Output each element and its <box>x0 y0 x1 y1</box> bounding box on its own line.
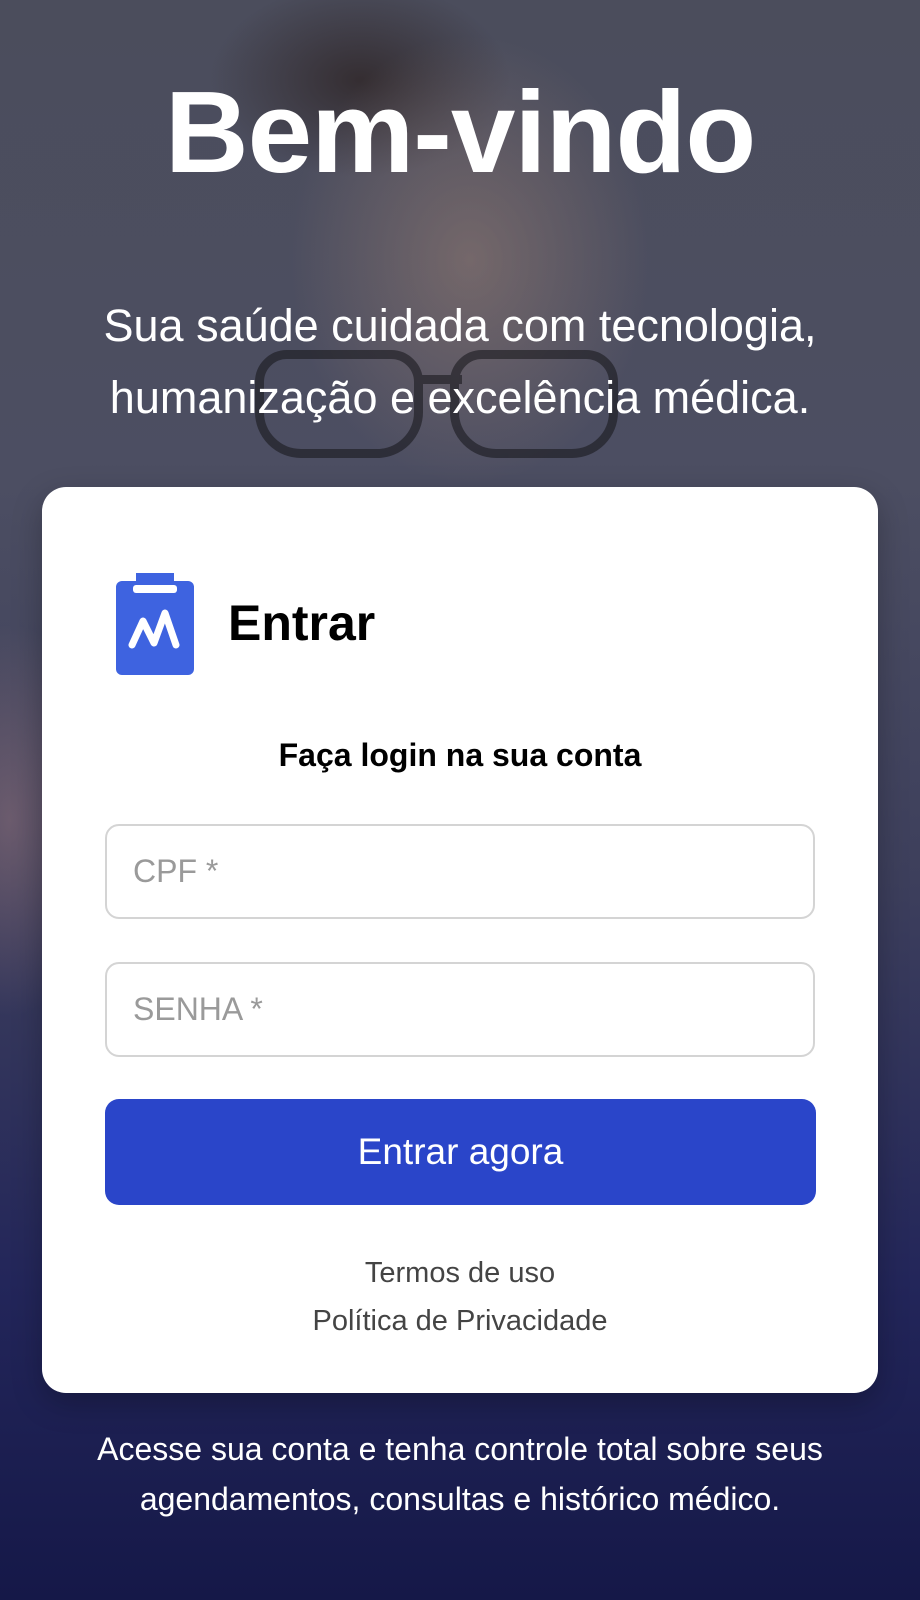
hero-subtitle-line-1: Sua saúde cuidada com tecnologia, <box>103 300 817 351</box>
cpf-input[interactable] <box>105 824 815 919</box>
footer-description: Acesse sua conta e tenha controle total … <box>60 1424 860 1524</box>
login-card-subtitle: Faça login na sua conta <box>278 737 642 773</box>
login-card: Entrar Faça login na sua conta Entrar ag… <box>42 487 878 1393</box>
password-input[interactable] <box>105 962 815 1057</box>
login-submit-button[interactable]: Entrar agora <box>105 1099 816 1205</box>
login-card-title: Entrar <box>228 595 376 651</box>
terms-of-use-link[interactable]: Termos de uso <box>42 1249 878 1297</box>
hero-subtitle: Sua saúde cuidada com tecnologia, humani… <box>60 290 860 434</box>
footer-line-2: agendamentos, consultas e histórico médi… <box>139 1481 781 1517</box>
medical-clipboard-icon <box>116 573 194 675</box>
hero-subtitle-line-2: humanização e excelência médica. <box>109 372 811 423</box>
privacy-policy-link[interactable]: Política de Privacidade <box>42 1297 878 1345</box>
hero-title: Bem-vindo <box>164 67 756 197</box>
legal-links: Termos de uso Política de Privacidade <box>42 1249 878 1345</box>
login-card-header: Entrar <box>116 571 375 675</box>
footer-line-1: Acesse sua conta e tenha controle total … <box>97 1431 823 1467</box>
